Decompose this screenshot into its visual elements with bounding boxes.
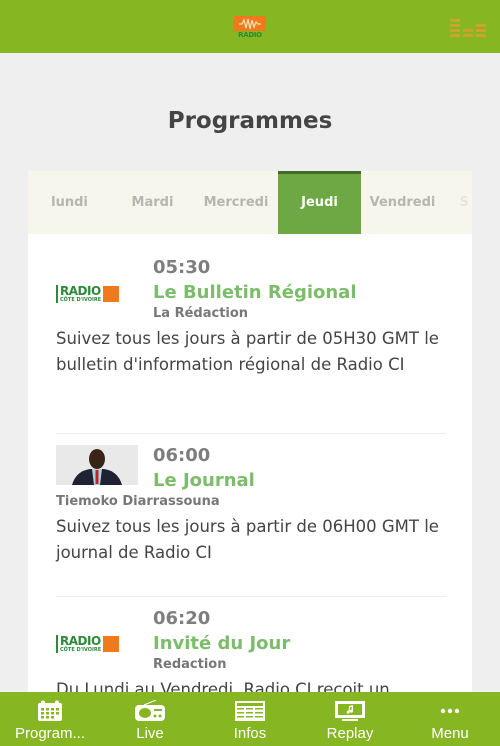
tab-lundi[interactable]: lundi xyxy=(28,171,111,234)
program-host: Redaction xyxy=(153,657,227,672)
radio-ci-logo: RADIO CÔTE D'IVOIRE xyxy=(56,624,138,664)
logo-wave-icon xyxy=(103,636,120,652)
program-time: 05:30 xyxy=(153,257,211,278)
radio-ci-logo: RADIO CÔTE D'IVOIRE xyxy=(56,274,138,314)
radio-logo[interactable]: RADIO xyxy=(234,16,266,42)
newspaper-icon xyxy=(234,700,266,726)
bottom-nav: Program... Live Infos Replay Menu xyxy=(0,692,500,746)
nav-label: Infos xyxy=(233,725,267,742)
tab-samedi[interactable]: S xyxy=(444,171,472,234)
nav-programmes[interactable]: Program... xyxy=(0,692,100,746)
logo-wave-icon xyxy=(103,286,120,302)
program-host: Tiemoko Diarrassouna xyxy=(56,494,220,509)
program-title[interactable]: Le Journal xyxy=(153,470,255,491)
tab-mardi[interactable]: Mardi xyxy=(111,171,194,234)
day-tabs: lundi Mardi Mercredi Jeudi Vendredi S xyxy=(28,171,472,234)
tab-mercredi[interactable]: Mercredi xyxy=(194,171,278,234)
nav-infos[interactable]: Infos xyxy=(200,692,300,746)
sound-wave-icon xyxy=(234,16,266,31)
tab-vendredi[interactable]: Vendredi xyxy=(361,171,444,234)
replay-tv-icon xyxy=(334,700,366,726)
program-time: 06:00 xyxy=(153,445,211,466)
presenter-photo xyxy=(56,445,138,485)
program-description: Suivez tous les jours à partir de 05H30 … xyxy=(56,329,439,374)
schedule-card: lundi Mardi Mercredi Jeudi Vendredi S RA… xyxy=(28,171,472,711)
nav-label: Program... xyxy=(14,725,86,742)
logo-text: RADIO xyxy=(238,31,262,39)
program-description: Suivez tous les jours à partir de 06H00 … xyxy=(56,517,439,562)
top-bar: RADIO xyxy=(0,0,500,53)
nav-live[interactable]: Live xyxy=(100,692,200,746)
calendar-icon xyxy=(36,700,64,726)
program-host: La Rédaction xyxy=(153,306,249,321)
divider xyxy=(56,596,446,597)
page-title: Programmes xyxy=(167,108,333,134)
nav-label: Live xyxy=(136,725,164,742)
nav-menu[interactable]: Menu xyxy=(400,692,500,746)
more-dots-icon xyxy=(438,700,462,726)
program-title[interactable]: Invité du Jour xyxy=(153,633,290,654)
equalizer-icon[interactable] xyxy=(450,17,488,39)
program-title[interactable]: Le Bulletin Régional xyxy=(153,282,357,303)
program-time: 06:20 xyxy=(153,608,211,629)
tab-jeudi[interactable]: Jeudi xyxy=(278,171,361,234)
divider xyxy=(56,433,446,434)
nav-label: Menu xyxy=(431,725,469,742)
nav-replay[interactable]: Replay xyxy=(300,692,400,746)
radio-icon xyxy=(134,699,166,726)
nav-label: Replay xyxy=(326,725,374,742)
